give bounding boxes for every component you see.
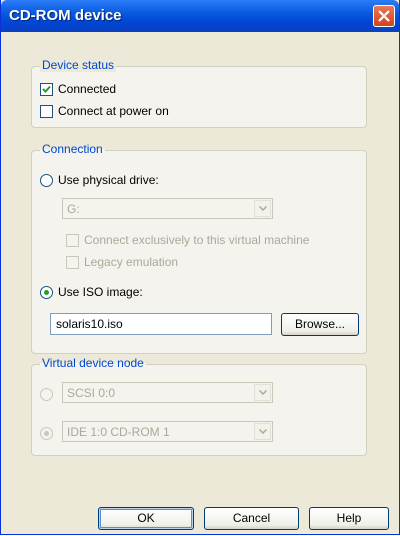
exclusive-row[interactable]: Connect exclusively to this virtual mach… <box>66 232 309 248</box>
iso-image-row[interactable]: Use ISO image: <box>40 284 143 300</box>
close-button[interactable] <box>373 5 395 27</box>
device-status-group: Device status Connected Connect at power… <box>31 58 367 128</box>
power-on-label: Connect at power on <box>58 104 169 118</box>
power-on-row[interactable]: Connect at power on <box>40 103 169 119</box>
device-status-title: Device status <box>40 58 117 72</box>
legacy-label: Legacy emulation <box>84 255 179 269</box>
drive-select[interactable]: G: <box>62 198 273 219</box>
connected-label: Connected <box>58 82 117 96</box>
iso-image-radio[interactable] <box>40 285 53 299</box>
help-button[interactable]: Help <box>309 507 389 530</box>
scsi-radio[interactable] <box>40 387 53 401</box>
drive-select-value: G: <box>67 202 80 216</box>
physical-drive-row[interactable]: Use physical drive: <box>40 172 159 188</box>
chevron-down-icon <box>259 390 267 395</box>
exclusive-label: Connect exclusively to this virtual mach… <box>84 233 310 247</box>
ide-select-value: IDE 1:0 CD-ROM 1 <box>67 425 170 439</box>
check-icon <box>42 85 51 93</box>
iso-path-field[interactable] <box>50 313 272 335</box>
radio-selected-dot <box>44 430 49 436</box>
power-on-checkbox[interactable] <box>40 104 53 118</box>
connection-title: Connection <box>40 142 105 156</box>
cancel-button[interactable]: Cancel <box>204 507 299 530</box>
legacy-row[interactable]: Legacy emulation <box>66 254 178 270</box>
scsi-row[interactable] <box>40 386 58 402</box>
scsi-select[interactable]: SCSI 0:0 <box>62 382 273 403</box>
physical-drive-radio[interactable] <box>40 173 53 187</box>
iso-image-label: Use ISO image: <box>58 285 143 299</box>
ide-row[interactable] <box>40 425 58 441</box>
ide-radio[interactable] <box>40 426 53 440</box>
connected-row[interactable]: Connected <box>40 81 116 97</box>
radio-selected-dot <box>44 289 49 295</box>
virtual-device-node-title: Virtual device node <box>40 356 146 370</box>
virtual-device-node-group: Virtual device node SCSI 0:0 IDE 1:0 CD-… <box>31 356 367 456</box>
iso-path-input[interactable] <box>51 314 271 334</box>
ok-button[interactable]: OK <box>98 507 194 530</box>
ide-select-arrow[interactable] <box>254 423 271 440</box>
chevron-down-icon <box>259 206 267 211</box>
ide-select[interactable]: IDE 1:0 CD-ROM 1 <box>62 421 273 442</box>
browse-button[interactable]: Browse... <box>281 313 359 336</box>
scsi-select-value: SCSI 0:0 <box>67 386 116 400</box>
exclusive-checkbox[interactable] <box>66 233 79 247</box>
physical-drive-label: Use physical drive: <box>58 173 159 187</box>
scsi-select-arrow[interactable] <box>254 384 271 401</box>
connection-group: Connection Use physical drive: G: Connec… <box>31 142 367 354</box>
drive-select-arrow[interactable] <box>254 200 271 217</box>
cdrom-dialog: CD-ROM device Device status Connected Co… <box>0 0 400 535</box>
legacy-checkbox[interactable] <box>66 255 79 269</box>
close-icon <box>378 10 390 22</box>
chevron-down-icon <box>259 429 267 434</box>
title-bar: CD-ROM device <box>1 0 399 32</box>
connected-checkbox[interactable] <box>40 82 53 96</box>
window-title: CD-ROM device <box>9 7 122 24</box>
